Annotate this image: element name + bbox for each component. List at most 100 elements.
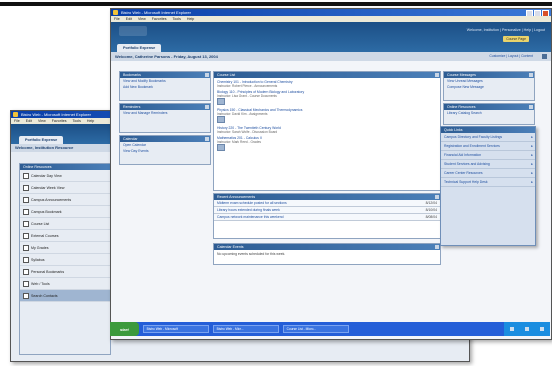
settings-icon[interactable] (542, 54, 547, 59)
checkbox-icon[interactable] (23, 292, 29, 299)
quick-links-title: Quick Links (444, 128, 463, 132)
collapse-icon[interactable] (205, 73, 209, 77)
browser-icon (13, 112, 18, 117)
layout-link[interactable]: Layout (508, 54, 518, 58)
content-link[interactable]: Content (521, 54, 533, 58)
collapse-icon[interactable] (435, 73, 439, 77)
chevron-right-icon: ▸ (531, 180, 533, 184)
header-links[interactable]: Welcome, Institution | Personalize | Hel… (467, 28, 545, 32)
calendar-link[interactable]: View Day Events (120, 148, 210, 154)
windows-taskbar: start Bistro Web - Microsoft Bistro Web … (110, 322, 550, 336)
sidebar-item-student-services[interactable]: Student Services and Advising ▸ (441, 160, 535, 169)
checkbox-icon[interactable] (23, 232, 29, 239)
chevron-right-icon: ▸ (531, 135, 533, 139)
checkbox-icon[interactable] (23, 268, 29, 275)
calendar-panel: Calendar Open Calendar View Day Events (119, 135, 211, 165)
start-button[interactable]: start (110, 322, 139, 336)
back-tab-portfolio[interactable]: Portfolio Expense (19, 136, 64, 144)
document-icon[interactable] (217, 98, 225, 105)
bookmark-link[interactable]: Add New Bookmark (120, 84, 210, 90)
list-item[interactable]: Campus Bookmark (20, 206, 110, 218)
collapse-icon[interactable] (205, 137, 209, 141)
checkbox-icon[interactable] (23, 172, 29, 179)
logo (119, 26, 147, 36)
checkbox-icon[interactable] (23, 220, 29, 227)
tray-icon[interactable] (540, 327, 545, 331)
sidebar-item-directory[interactable]: Campus Directory and Faculty Listings ▸ (441, 133, 535, 142)
messages-title: Course Messages (447, 73, 476, 77)
checkbox-icon[interactable] (23, 208, 29, 215)
calendar-title: Calendar (123, 137, 138, 141)
resources-title: Online Resources (447, 105, 476, 109)
course-entry[interactable]: History 220 - The Twentieth Century Worl… (217, 126, 437, 134)
taskbar-item[interactable]: Course List - Micro... (282, 325, 349, 333)
course-entry[interactable]: Mathematics 201 - Calculus II Instructor… (217, 136, 437, 152)
close-icon[interactable] (542, 10, 549, 16)
tab-portfolio[interactable]: Portfolio Expense (117, 44, 162, 52)
list-item[interactable]: Campus Announcements (20, 194, 110, 206)
course-list-title: Course List (217, 73, 236, 77)
front-window-title: Bistro Web - Microsoft Internet Explorer (121, 10, 191, 15)
course-entry[interactable]: Physics 150 - Classical Mechanics and Th… (217, 108, 437, 124)
checkbox-icon[interactable] (23, 196, 29, 203)
tray-icon[interactable] (524, 327, 529, 331)
list-item[interactable]: Personal Bookmarks (20, 266, 110, 278)
tray-icon[interactable] (509, 327, 514, 331)
resource-link[interactable]: Library Catalog Search (444, 110, 534, 116)
checkbox-icon[interactable] (23, 184, 29, 191)
table-row[interactable]: Campus network maintenance this weekend 8… (214, 214, 440, 221)
chevron-right-icon: ▸ (531, 162, 533, 166)
checkbox-icon[interactable] (23, 280, 29, 287)
list-item[interactable]: My Grades (20, 242, 110, 254)
collapse-icon[interactable] (205, 105, 209, 109)
checkbox-icon[interactable] (23, 256, 29, 263)
list-item[interactable]: Search Contacts (20, 290, 110, 302)
reminder-link[interactable]: View and Manage Reminders (120, 110, 210, 116)
sidebar-item-career[interactable]: Career Center Resources ▸ (441, 169, 535, 178)
list-item[interactable]: Calendar Week View (20, 182, 110, 194)
customize-link[interactable]: Customize (489, 54, 505, 58)
back-window-title: Bistro Web - Microsoft Internet Explorer (21, 112, 91, 117)
calendar-events-text: No upcoming events scheduled for this we… (217, 252, 286, 256)
document-icon[interactable] (217, 116, 225, 123)
sidebar-item-support[interactable]: Technical Support Help Desk ▸ (441, 178, 535, 187)
document-icon[interactable] (217, 144, 225, 151)
course-entry[interactable]: Chemistry 101 - Introduction to General … (217, 80, 437, 88)
list-item[interactable]: Course List (20, 218, 110, 230)
browser-icon (113, 10, 118, 15)
message-link[interactable]: Compose New Message (444, 84, 534, 90)
checkbox-icon[interactable] (23, 244, 29, 251)
minimize-icon[interactable] (526, 10, 533, 16)
collapse-icon[interactable] (435, 195, 439, 199)
chevron-right-icon: ▸ (531, 153, 533, 157)
collapse-icon[interactable] (529, 105, 533, 109)
collapse-icon[interactable] (529, 73, 533, 77)
table-row[interactable]: Midterm exam schedule posted for all sec… (214, 200, 440, 207)
sidebar-item-financial-aid[interactable]: Financial Aid Information ▸ (441, 151, 535, 160)
list-item[interactable]: External Courses (20, 230, 110, 242)
front-welcome-strip: Welcome, Catherine Parsons - Friday, Aug… (111, 52, 551, 61)
course-page-badge[interactable]: Course Page (503, 36, 529, 42)
course-entry[interactable]: Biology 110 - Principles of Modern Biolo… (217, 90, 437, 106)
list-item[interactable]: Calendar Day View (20, 170, 110, 182)
taskbar-item[interactable]: Bistro Web - Microsoft (142, 325, 209, 333)
sidebar-item-registration[interactable]: Registration and Enrollment Services ▸ (441, 142, 535, 151)
chevron-right-icon: ▸ (531, 171, 533, 175)
list-item[interactable]: Syllabus (20, 254, 110, 266)
reminders-panel: Reminders View and Manage Reminders (119, 103, 211, 133)
course-list-panel: Course List Chemistry 101 - Introduction… (213, 71, 441, 191)
maximize-icon[interactable] (534, 10, 541, 16)
table-row[interactable]: Library hours extended during finals wee… (214, 207, 440, 214)
announcements-title: Recent Announcements (217, 195, 256, 199)
announcements-panel: Recent Announcements Midterm exam schedu… (213, 193, 441, 239)
front-window-titlebar[interactable]: Bistro Web - Microsoft Internet Explorer (111, 9, 551, 16)
calendar-events-title: Calendar Events (217, 245, 244, 249)
top-divider (0, 2, 552, 6)
front-header: Welcome, Institution | Personalize | Hel… (111, 22, 551, 52)
welcome-text: Welcome, Catherine Parsons - Friday, Aug… (115, 54, 218, 59)
taskbar-item[interactable]: Bistro Web - Micr... (212, 325, 279, 333)
resources-panel: Online Resources Library Catalog Search (443, 103, 535, 125)
list-item[interactable]: Web / Tools (20, 278, 110, 290)
back-panel-header: Online Resources (20, 164, 110, 170)
collapse-icon[interactable] (435, 245, 439, 249)
